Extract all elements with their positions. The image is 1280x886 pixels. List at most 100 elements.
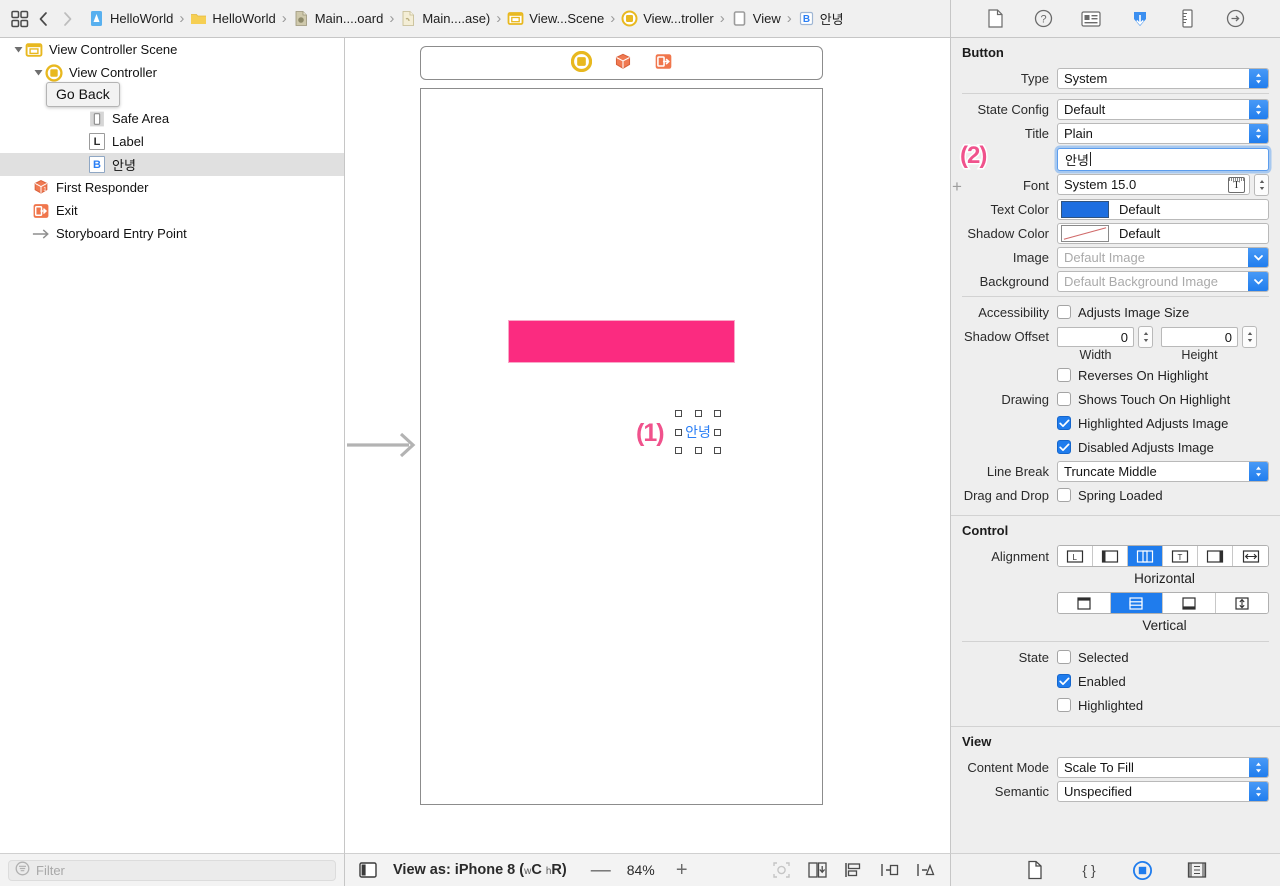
toggle-outline-icon[interactable] [355,862,381,878]
disabled-adjusts-image-row[interactable]: Disabled Adjusts Image [1057,440,1214,455]
align-trailing-segment[interactable]: T [1163,546,1198,566]
state-config-select[interactable]: Default [1057,98,1269,120]
back-chevron-icon[interactable] [32,6,54,32]
disabled-adjusts-image-checkbox[interactable] [1057,440,1071,454]
adjusts-image-size-checkbox[interactable] [1057,305,1071,319]
align-fill-vertical-segment[interactable] [1215,593,1268,613]
text-color-swatch[interactable] [1061,200,1109,218]
label-element[interactable] [508,320,735,363]
adjusts-image-size-row[interactable]: Adjusts Image Size [1057,305,1189,320]
shadow-offset-width-stepper[interactable] [1138,326,1153,348]
breadcrumb-item-view[interactable]: View [729,0,783,37]
tree-row-view-controller[interactable]: View Controller [0,61,344,84]
spring-loaded-row[interactable]: Spring Loaded [1057,488,1163,503]
breadcrumb-item-folder[interactable]: HelloWorld [188,0,277,37]
library-code-snippet-icon[interactable]: { } [1077,859,1101,881]
reverses-on-highlight-checkbox[interactable] [1057,368,1071,382]
state-highlighted-checkbox[interactable] [1057,698,1071,712]
font-field[interactable]: System 15.0 T [1057,174,1250,195]
quick-help-inspector-icon[interactable]: ? [1031,7,1055,31]
semantic-select[interactable]: Unspecified [1057,780,1269,802]
size-inspector-icon[interactable] [1176,7,1200,31]
library-object-icon[interactable] [1131,859,1155,881]
tree-row-button[interactable]: B 안녕 [0,153,344,176]
background-select[interactable]: Default Background Image [1057,270,1269,292]
breadcrumb-item-viewcontroller[interactable]: View...troller [619,0,716,37]
library-file-icon[interactable] [1023,859,1047,881]
library-media-icon[interactable] [1185,859,1209,881]
state-highlighted-row[interactable]: Highlighted [1057,698,1143,713]
horizontal-alignment-segmented[interactable]: L T [1057,545,1269,567]
highlighted-adjusts-image-checkbox[interactable] [1057,416,1071,430]
align-bottom-segment[interactable] [1163,593,1216,613]
resize-handle-s[interactable] [694,447,702,454]
state-selected-row[interactable]: Selected [1057,650,1129,665]
font-stepper[interactable] [1254,174,1269,196]
resize-handle-n[interactable] [694,410,702,417]
state-selected-checkbox[interactable] [1057,650,1071,664]
tree-row-view-controller-scene[interactable]: View Controller Scene [0,38,344,61]
disclosure-triangle-open-icon[interactable] [32,68,45,77]
align-leading-segment[interactable] [1093,546,1128,566]
add-constraints-icon[interactable] [878,860,900,880]
add-variation-plus-icon[interactable]: + [952,177,962,197]
connections-inspector-icon[interactable] [1224,7,1248,31]
identity-inspector-icon[interactable] [1079,7,1103,31]
shadow-offset-width-input[interactable]: 0 [1057,327,1134,347]
update-frames-icon[interactable] [770,860,792,880]
attributes-inspector-icon[interactable] [1128,7,1152,31]
selected-button-element[interactable]: 안녕 [675,410,721,454]
view-controller-icon[interactable] [570,50,592,75]
resize-handle-w[interactable] [675,428,682,436]
shadow-offset-height-input[interactable]: 0 [1161,327,1238,347]
align-icon[interactable] [842,860,864,880]
filter-input[interactable]: Filter [8,859,336,881]
tree-row-first-responder[interactable]: 1 First Responder [0,176,344,199]
tree-row-storyboard-entry-point[interactable]: Storyboard Entry Point [0,222,344,245]
highlighted-adjusts-image-row[interactable]: Highlighted Adjusts Image [1057,416,1228,431]
zoom-in-button[interactable]: + [673,859,691,882]
align-fill-horizontal-segment[interactable] [1233,546,1268,566]
breadcrumb-item-storyboard[interactable]: Main....oard [291,0,386,37]
breadcrumb-item-button[interactable]: B 안녕 [796,0,846,37]
resize-handle-sw[interactable] [675,447,682,454]
image-select[interactable]: Default Image [1057,246,1269,268]
shadow-color-swatch[interactable] [1061,224,1109,242]
tree-row-exit[interactable]: Exit [0,199,344,222]
view-as-device-label[interactable]: View as: iPhone 8 (wC hR) [393,862,567,878]
shows-touch-on-highlight-row[interactable]: Shows Touch On Highlight [1057,392,1230,407]
state-enabled-row[interactable]: Enabled [1057,674,1126,689]
title-style-select[interactable]: Plain [1057,122,1269,144]
vertical-alignment-segmented[interactable] [1057,592,1269,614]
resize-handle-e[interactable] [714,428,721,436]
state-enabled-checkbox[interactable] [1057,674,1071,688]
shadow-offset-height-stepper[interactable] [1242,326,1257,348]
device-view-iphone8[interactable]: 안녕 (1) [420,88,823,805]
tree-row-safe-area[interactable]: Safe Area [0,107,344,130]
disclosure-triangle-open-icon[interactable] [12,45,25,54]
resize-handle-nw[interactable] [675,410,682,417]
spring-loaded-checkbox[interactable] [1057,488,1071,502]
text-color-select[interactable]: Default [1057,198,1269,220]
breadcrumb-item-scene[interactable]: View...Scene [505,0,606,37]
grid-icon[interactable] [10,9,30,29]
align-middle-segment[interactable] [1110,593,1163,613]
type-select[interactable]: System [1057,67,1269,89]
file-inspector-icon[interactable] [983,7,1007,31]
resize-handle-ne[interactable] [714,410,721,417]
exit-icon[interactable] [654,52,673,74]
shadow-color-select[interactable]: Default [1057,222,1269,244]
title-text-input[interactable]: 안녕 [1057,147,1269,171]
breadcrumb-item-project[interactable]: HelloWorld [86,0,175,37]
first-responder-icon[interactable] [613,52,633,75]
content-mode-select[interactable]: Scale To Fill [1057,756,1269,778]
zoom-out-button[interactable]: — [591,859,611,882]
align-left-segment[interactable]: L [1058,546,1093,566]
breadcrumb-item-strings[interactable]: Main....ase) [398,0,492,37]
shows-touch-on-highlight-checkbox[interactable] [1057,392,1071,406]
align-top-segment[interactable] [1058,593,1111,613]
embed-in-icon[interactable] [806,860,828,880]
line-break-select[interactable]: Truncate Middle [1057,460,1269,482]
forward-chevron-icon[interactable] [56,6,78,32]
storyboard-canvas[interactable]: 안녕 (1) [345,38,951,853]
